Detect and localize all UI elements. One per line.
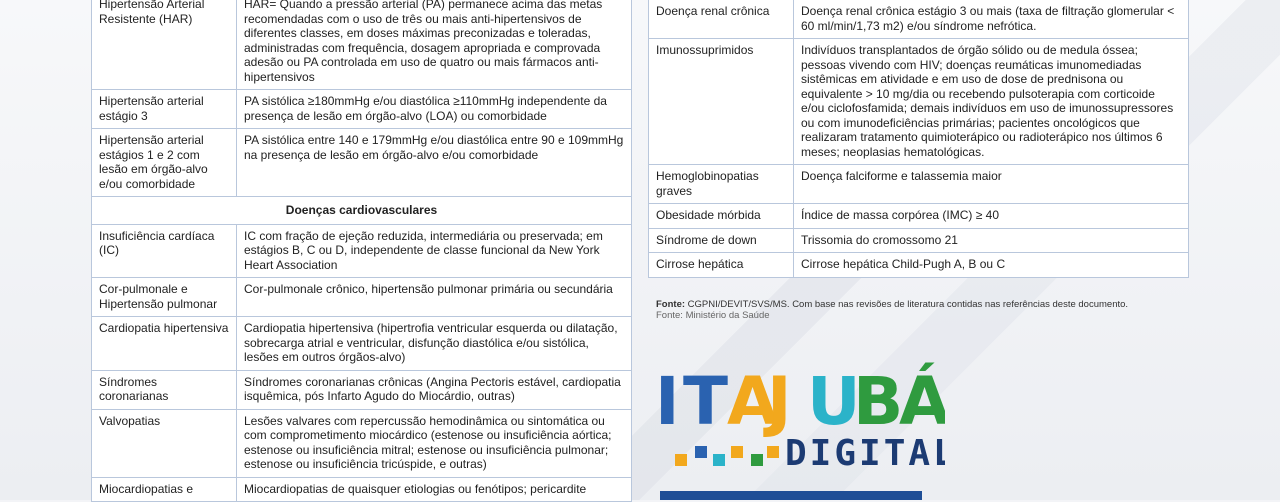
logo-pixel [767, 446, 779, 458]
table-row: Cor-pulmonale e Hipertensão pulmonar Cor-… [91, 277, 632, 317]
logo-letter: T [683, 363, 728, 440]
row-description: Índice de massa corpórea (IMC) ≥ 40 [793, 203, 1189, 229]
source-sub: Fonte: Ministério da Saúde [656, 310, 770, 321]
source-label: Fonte: [656, 299, 686, 310]
row-description: Miocardiopatias de quaisquer etiologias … [236, 476, 632, 502]
table-row: Síndrome de down Trissomia do cromossomo … [648, 227, 1189, 253]
table-row: Hemoglobinopatias graves Doença falciform… [648, 164, 1189, 204]
source-text: CGPNI/DEVIT/SVS/MS. Com base nas revisõe… [687, 299, 1129, 310]
table-row: Miocardiopatias e Miocardiopatias de quai… [91, 476, 632, 502]
logo-letter: B [853, 363, 903, 440]
section-title: Doenças cardiovasculares [91, 196, 632, 225]
row-description: HAR= Quando a pressão arterial (PA) perm… [236, 0, 632, 90]
row-description: PA sistólica ≥180mmHg e/ou diastólica ≥1… [236, 89, 632, 129]
logo-pixel [695, 446, 707, 458]
row-term: Cirrose hepática [648, 252, 794, 278]
table-row: Hipertensão Arterial Resistente (HAR) HAR… [91, 0, 632, 90]
table-row: Insuficiência cardíaca (IC) IC com fração… [91, 223, 632, 278]
row-term: Insuficiência cardíaca (IC) [91, 223, 237, 278]
bottom-banner [660, 491, 922, 500]
left-table: Hipertensão Arterial Resistente (HAR) HAR… [91, 0, 632, 502]
row-term: Imunossuprimidos [648, 38, 794, 165]
logo-pixel [731, 446, 743, 458]
logo-word-digital: DIGITAL [785, 433, 945, 472]
row-term: Cardiopatia hipertensiva [91, 316, 237, 371]
row-description: Doença renal crônica estágio 3 ou mais (… [793, 0, 1189, 39]
row-term: Obesidade mórbida [648, 203, 794, 229]
row-term: Doença renal crônica [648, 0, 794, 39]
row-description: Síndromes coronarianas crônicas (Angina … [236, 369, 632, 410]
section-row: Doenças cardiovasculares [91, 196, 632, 225]
logo-letter: J [763, 363, 792, 440]
row-term: Miocardiopatias e [91, 476, 237, 502]
table-row: Obesidade mórbida Índice de massa corpóre… [648, 203, 1189, 229]
logo-letter: Á [899, 362, 945, 440]
right-table: Doença renal crônica Doença renal crônica… [648, 0, 1189, 278]
row-description: Lesões valvares com repercussão hemodinâ… [236, 408, 632, 478]
logo-letter: I [655, 363, 680, 440]
table-row: Síndromes coronarianas Síndromes coronari… [91, 369, 632, 410]
row-description: Indivíduos transplantados de órgão sólid… [793, 38, 1189, 165]
row-term: Hipertensão arterial estágios 1 e 2 com … [91, 128, 237, 197]
table-row: Hipertensão arterial estágio 3 PA sistóli… [91, 89, 632, 129]
table-row: Imunossuprimidos Indivíduos transplantado… [648, 38, 1189, 165]
logo-pixel [675, 454, 687, 466]
row-description: IC com fração de ejeção reduzida, interm… [236, 223, 632, 278]
row-term: Cor-pulmonale e Hipertensão pulmonar [91, 277, 237, 317]
row-description: Doença falciforme e talassemia maior [793, 164, 1189, 204]
logo-pixel [713, 454, 725, 466]
row-term: Síndromes coronarianas [91, 369, 237, 410]
row-description: Cor-pulmonale crônico, hipertensão pulmo… [236, 277, 632, 317]
table-row: Cardiopatia hipertensiva Cardiopatia hipe… [91, 316, 632, 371]
row-term: Hemoglobinopatias graves [648, 164, 794, 204]
row-term: Hipertensão Arterial Resistente (HAR) [91, 0, 237, 90]
row-description: PA sistólica entre 140 e 179mmHg e/ou di… [236, 128, 632, 197]
row-term: Hipertensão arterial estágio 3 [91, 89, 237, 129]
row-term: Valvopatias [91, 408, 237, 478]
row-description: Cardiopatia hipertensiva (hipertrofia ve… [236, 316, 632, 371]
row-term: Síndrome de down [648, 227, 794, 253]
row-description: Cirrose hepática Child-Pugh A, B ou C [793, 252, 1189, 278]
itajuba-digital-logo: I TAJ UBÁDIGITAL [655, 362, 945, 472]
table-row: Cirrose hepática Cirrose hepática Child-P… [648, 252, 1189, 278]
table-row: Valvopatias Lesões valvares com repercuss… [91, 408, 632, 478]
table-row: Hipertensão arterial estágios 1 e 2 com … [91, 128, 632, 197]
table-row: Doença renal crônica Doença renal crônica… [648, 0, 1189, 39]
logo-pixel [751, 454, 763, 466]
source-note: Fonte: CGPNI/DEVIT/SVS/MS. Com base nas … [656, 299, 1128, 321]
row-description: Trissomia do cromossomo 21 [793, 227, 1189, 253]
